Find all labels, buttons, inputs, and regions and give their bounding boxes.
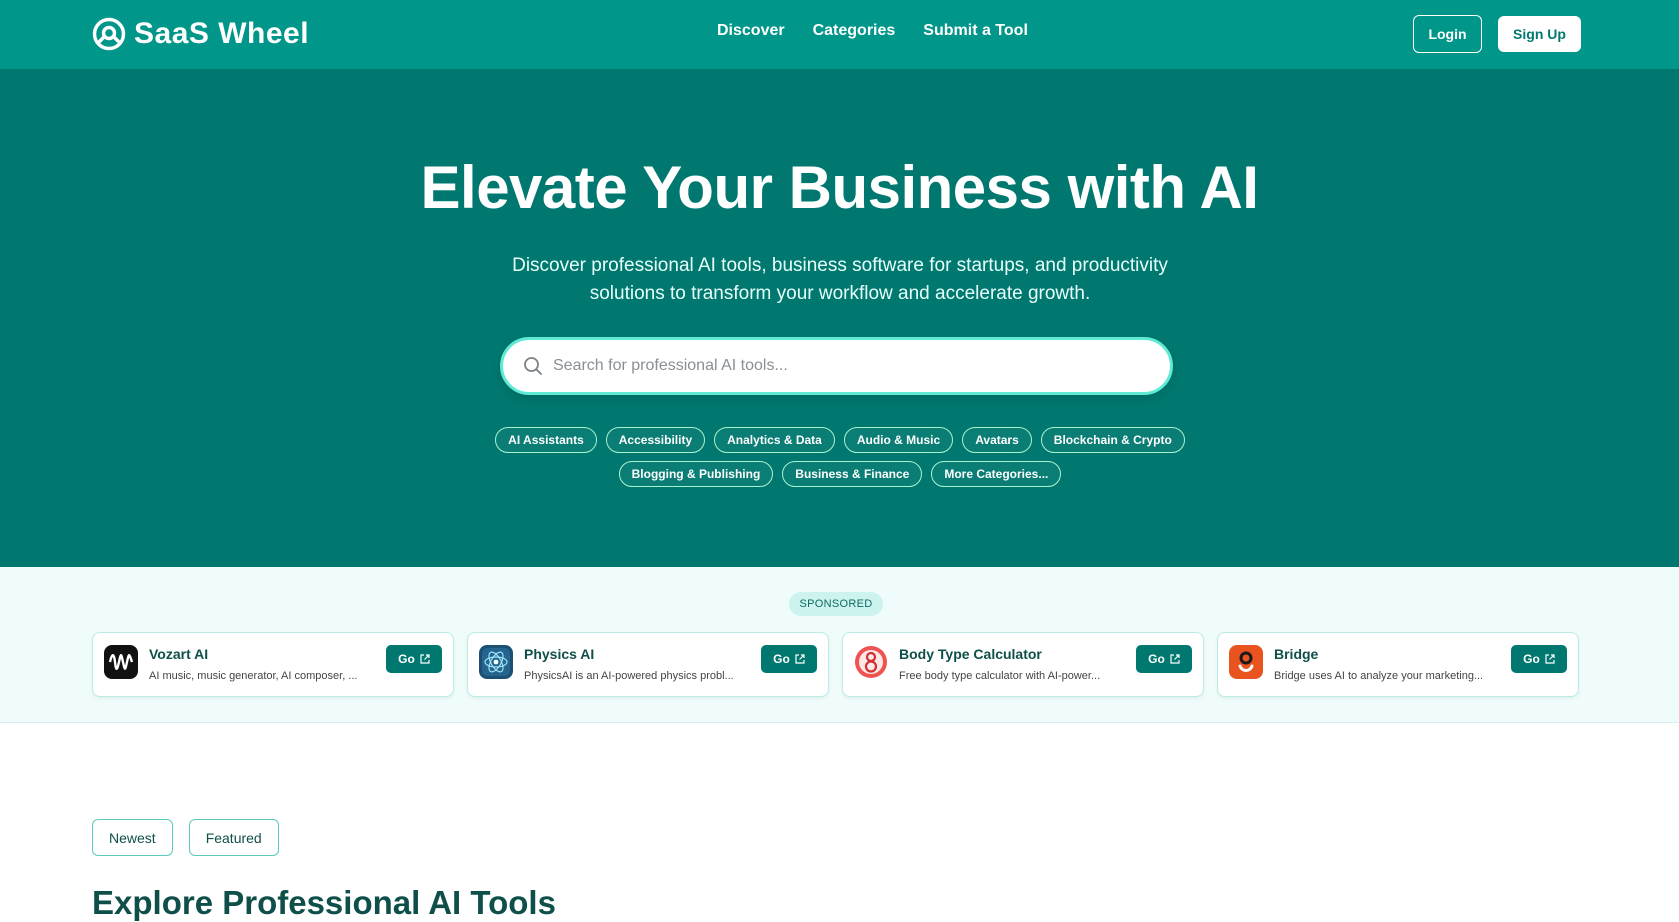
search-input[interactable] (553, 357, 1153, 375)
brand-logo[interactable]: SaaS Wheel (92, 17, 309, 51)
go-button[interactable]: Go (1511, 645, 1567, 673)
external-link-icon (795, 654, 805, 664)
tab-featured[interactable]: Featured (188, 819, 279, 856)
go-button[interactable]: Go (386, 645, 442, 673)
sponsored-section: SPONSORED Vozart AI AI music, music gene… (0, 567, 1679, 723)
external-link-icon (420, 654, 430, 664)
card-description: PhysicsAI is an AI-powered physics probl… (524, 670, 734, 682)
card-title: Vozart AI (149, 646, 209, 662)
card-title: Physics AI (524, 646, 595, 662)
tool-filter-tabs: Newest Featured (92, 819, 279, 856)
search-icon (524, 357, 542, 375)
external-link-icon (1545, 654, 1555, 664)
card-description: Free body type calculator with AI-power.… (899, 670, 1101, 682)
brand-name: SaaS Wheel (134, 17, 310, 50)
sponsored-cards: Vozart AI AI music, music generator, AI … (92, 632, 1581, 697)
sponsored-badge: SPONSORED (789, 592, 883, 616)
sponsored-card-physics-ai[interactable]: Physics AI PhysicsAI is an AI-powered ph… (467, 632, 829, 697)
category-business-finance[interactable]: Business & Finance (782, 461, 923, 487)
category-accessibility[interactable]: Accessibility (605, 427, 706, 453)
go-button[interactable]: Go (1136, 645, 1192, 673)
nav-categories[interactable]: Categories (813, 22, 896, 40)
go-button[interactable]: Go (761, 645, 817, 673)
login-button[interactable]: Login (1413, 15, 1482, 53)
more-categories-button[interactable]: More Categories... (931, 461, 1062, 487)
category-ai-assistants[interactable]: AI Assistants (495, 427, 597, 453)
top-navbar: SaaS Wheel Discover Categories Submit a … (0, 0, 1679, 69)
section-title: Explore Professional AI Tools (92, 884, 556, 921)
go-label: Go (1148, 652, 1165, 666)
hero-section: Elevate Your Business with AI Discover p… (0, 69, 1679, 567)
go-label: Go (398, 652, 415, 666)
nav-submit-tool[interactable]: Submit a Tool (923, 22, 1028, 40)
hero-subtitle-line-1: Discover professional AI tools, business… (512, 255, 1168, 276)
category-audio-music[interactable]: Audio & Music (843, 427, 954, 453)
category-blogging-publishing[interactable]: Blogging & Publishing (618, 461, 774, 487)
sponsored-card-body-type[interactable]: Body Type Calculator Free body type calc… (842, 632, 1204, 697)
search-box[interactable] (500, 337, 1173, 395)
card-title: Body Type Calculator (899, 646, 1042, 662)
card-description: AI music, music generator, AI composer, … (149, 670, 358, 682)
nav-discover[interactable]: Discover (717, 22, 785, 40)
bridge-icon (1229, 645, 1263, 679)
card-title: Bridge (1274, 646, 1319, 662)
go-label: Go (773, 652, 790, 666)
physics-ai-icon (479, 645, 513, 679)
hero-subtitle: Discover professional AI tools, business… (440, 252, 1240, 308)
external-link-icon (1170, 654, 1180, 664)
category-analytics-data[interactable]: Analytics & Data (714, 427, 835, 453)
hero-subtitle-line-2: solutions to transform your workflow and… (589, 283, 1091, 304)
card-description: Bridge uses AI to analyze your marketing… (1274, 670, 1484, 682)
category-pills: AI Assistants Accessibility Analytics & … (420, 427, 1260, 487)
hero-title: Elevate Your Business with AI (420, 154, 1259, 221)
category-avatars[interactable]: Avatars (962, 427, 1032, 453)
signup-button[interactable]: Sign Up (1498, 16, 1581, 52)
category-blockchain-crypto[interactable]: Blockchain & Crypto (1040, 427, 1185, 453)
waveform-icon (104, 645, 138, 679)
sponsored-card-bridge[interactable]: Bridge Bridge uses AI to analyze your ma… (1217, 632, 1579, 697)
go-label: Go (1523, 652, 1540, 666)
wheel-icon (92, 17, 126, 51)
body-icon (854, 645, 888, 679)
main-nav: Discover Categories Submit a Tool (717, 22, 1028, 40)
tab-newest[interactable]: Newest (92, 819, 173, 856)
sponsored-card-vozart[interactable]: Vozart AI AI music, music generator, AI … (92, 632, 454, 697)
